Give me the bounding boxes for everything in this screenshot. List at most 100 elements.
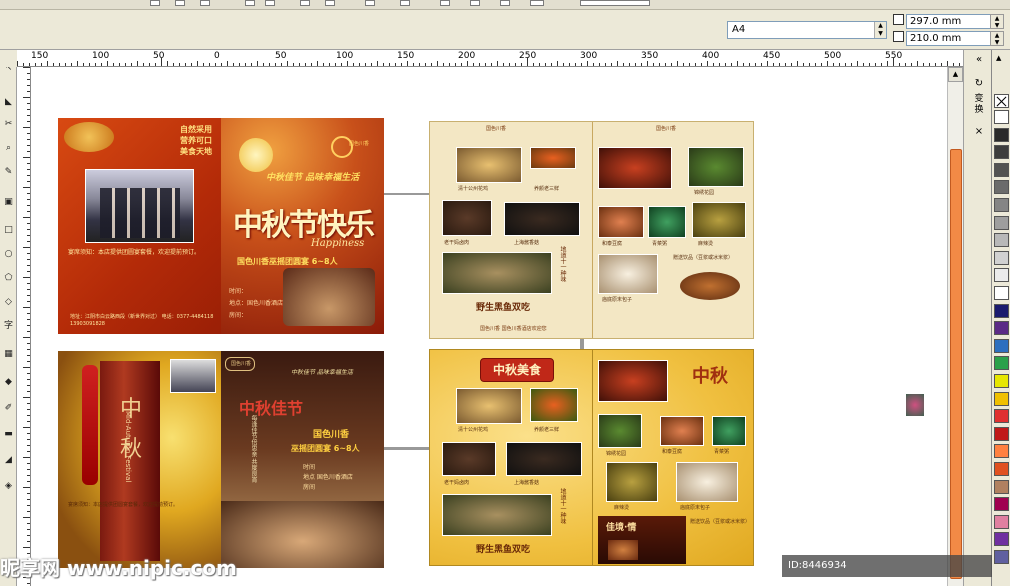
- color-swatch[interactable]: [994, 250, 1009, 265]
- drawing-canvas[interactable]: 自然采用 营养可口 美食天地 宴席须知：本店提供团圆宴套餐，欢迎提前预订。 地址…: [31, 67, 947, 586]
- dish-label: 麻辣烫: [614, 505, 630, 511]
- ruler-tick: [27, 583, 30, 584]
- color-swatch[interactable]: [994, 550, 1009, 564]
- ruler-tick: [821, 63, 822, 66]
- table-tool-icon[interactable]: ▦: [2, 348, 15, 361]
- color-swatch[interactable]: [994, 409, 1009, 424]
- menu-page-1[interactable]: 国色川香 国色川香 清十公州花鸡 养颜老三鲜 老干妈卤肉 上海酱香菇 野生黑鱼双…: [429, 121, 754, 339]
- zoom-dropdown[interactable]: [580, 0, 650, 6]
- page-size-dropdown[interactable]: A4 ▲ ▼: [727, 21, 887, 39]
- color-swatch[interactable]: [994, 462, 1009, 476]
- toolbar-button[interactable]: [200, 0, 210, 6]
- page-width-field[interactable]: 297.0 mm: [906, 14, 992, 29]
- toolbar-button[interactable]: [365, 0, 375, 6]
- basic-shapes-icon[interactable]: ◇: [2, 296, 15, 309]
- color-swatch[interactable]: [994, 286, 1009, 300]
- rectangle-tool-icon[interactable]: □: [2, 224, 15, 237]
- ruler-tick: [395, 63, 396, 66]
- color-swatch[interactable]: [994, 426, 1009, 441]
- toolbar-button[interactable]: [300, 0, 310, 6]
- toolbar-button[interactable]: [470, 0, 480, 6]
- docker-collapse-icon[interactable]: «: [972, 54, 986, 65]
- flyer1-notes: 宴席须知：本店提供团圆宴套餐，欢迎提前预订。: [68, 249, 201, 256]
- toolbar-button[interactable]: [400, 0, 410, 6]
- toolbar-button[interactable]: [245, 0, 255, 6]
- flyer-red-design[interactable]: 自然采用 营养可口 美食天地 宴席须知：本店提供团圆宴套餐，欢迎提前预订。 地址…: [58, 118, 384, 334]
- color-swatch[interactable]: [994, 198, 1009, 212]
- ruler-tick: [749, 63, 750, 66]
- fill-tool-icon[interactable]: ◆: [2, 376, 15, 389]
- no-color-swatch[interactable]: [994, 94, 1009, 108]
- toolbar-button[interactable]: [265, 0, 275, 6]
- ruler-tick: [131, 63, 132, 66]
- page-size-value: A4: [732, 24, 746, 35]
- color-swatch[interactable]: [994, 180, 1009, 195]
- ruler-tick: [23, 547, 30, 548]
- freehand-tool-icon[interactable]: ✎: [2, 166, 15, 179]
- color-swatch[interactable]: [994, 514, 1009, 529]
- color-swatch[interactable]: [994, 532, 1009, 547]
- color-palette: ▲: [991, 50, 1010, 586]
- shape-tool-icon[interactable]: ◣: [2, 96, 15, 109]
- dropdown-arrow-icon[interactable]: ▲ ▼: [874, 22, 886, 38]
- vertical-ruler[interactable]: [17, 67, 31, 586]
- scroll-thumb[interactable]: [950, 149, 962, 579]
- color-swatch[interactable]: [994, 391, 1009, 406]
- ruler-tick: [27, 379, 30, 380]
- ruler-tick: [27, 481, 30, 482]
- color-swatch[interactable]: [994, 145, 1009, 160]
- flyer-gold-design[interactable]: 中 秋 Mid-Autumn Festival 宴席须知：本店提供团圆宴套餐，欢…: [58, 351, 384, 568]
- toolbar-button[interactable]: [150, 0, 160, 6]
- toolbar-button[interactable]: [175, 0, 185, 6]
- scroll-up-icon[interactable]: ▲: [948, 67, 963, 82]
- interactive-fill-icon[interactable]: ◢: [2, 454, 15, 467]
- color-swatch[interactable]: [994, 497, 1009, 512]
- toolbar-button[interactable]: [500, 0, 510, 6]
- ruler-corner[interactable]: [0, 50, 17, 67]
- docker-close-icon[interactable]: ×: [972, 126, 986, 137]
- page-height-field[interactable]: 210.0 mm: [906, 31, 992, 46]
- dish-photo: [660, 416, 704, 446]
- eyedropper-icon[interactable]: ✐: [2, 402, 15, 415]
- menu-page-2[interactable]: 中秋美食 清十公州花鸡 养颜老三鲜 老干妈卤肉 上海酱香菇 野生黑鱼双吃 地道十…: [429, 349, 754, 566]
- toolbar-button[interactable]: [325, 0, 335, 6]
- palette-scroll-up-icon[interactable]: ▲: [996, 54, 1001, 62]
- rotate-icon[interactable]: ↻: [972, 78, 986, 89]
- toolbar-button[interactable]: [440, 0, 450, 6]
- ruler-tick: [23, 457, 30, 458]
- color-swatch[interactable]: [994, 321, 1009, 336]
- color-swatch[interactable]: [994, 233, 1009, 248]
- horizontal-ruler[interactable]: 150 100 50 0 50 100 150 200 250 300 350 400 450 500 55…: [17, 50, 963, 67]
- dish-label: 上海酱香菇: [514, 240, 540, 246]
- outline-tool-icon[interactable]: ▬: [2, 428, 15, 441]
- color-swatch[interactable]: [994, 479, 1009, 494]
- color-swatch[interactable]: [994, 162, 1009, 177]
- mesh-fill-icon[interactable]: ◈: [2, 480, 15, 493]
- color-swatch[interactable]: [994, 374, 1009, 388]
- color-swatch[interactable]: [994, 356, 1009, 371]
- color-swatch[interactable]: [994, 110, 1009, 124]
- ruler-tick: [23, 517, 30, 518]
- width-spinner[interactable]: ▲ ▼: [990, 14, 1004, 29]
- color-swatch[interactable]: [994, 444, 1009, 459]
- color-swatch[interactable]: [994, 127, 1009, 142]
- color-swatch[interactable]: [994, 338, 1009, 353]
- smart-fill-icon[interactable]: ▣: [2, 196, 15, 209]
- ellipse-tool-icon[interactable]: ○: [2, 248, 15, 261]
- docker-title[interactable]: 变换: [972, 94, 986, 116]
- polygon-tool-icon[interactable]: ⬠: [2, 272, 15, 285]
- ruler-tick: [27, 223, 30, 224]
- height-spinner[interactable]: ▲ ▼: [990, 31, 1004, 46]
- zoom-tool-icon[interactable]: ⌕: [2, 142, 15, 155]
- text-tool-icon[interactable]: 字: [2, 320, 15, 333]
- vertical-scrollbar[interactable]: ▲: [947, 67, 963, 586]
- image-fragment[interactable]: [906, 394, 924, 416]
- color-swatch[interactable]: [994, 268, 1009, 283]
- ruler-tick: [785, 63, 786, 66]
- ruler-tick: [23, 367, 30, 368]
- toolbar-button[interactable]: [530, 0, 544, 6]
- color-swatch[interactable]: [994, 215, 1009, 230]
- ruler-tick: [27, 451, 30, 452]
- color-swatch[interactable]: [994, 303, 1009, 318]
- crop-tool-icon[interactable]: ✂: [2, 118, 15, 131]
